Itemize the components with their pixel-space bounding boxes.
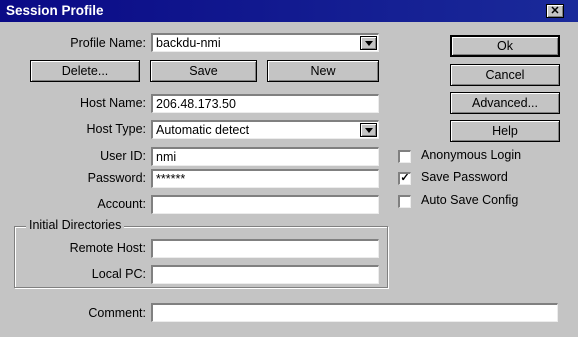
ok-button[interactable]: Ok — [450, 35, 560, 57]
initial-directories-title: Initial Directories — [26, 218, 125, 232]
delete-button[interactable]: Delete... — [30, 60, 140, 82]
host-name-input[interactable]: 206.48.173.50 — [151, 94, 379, 113]
comment-input[interactable] — [151, 303, 558, 322]
title-bar: Session Profile — [0, 0, 578, 22]
check-mark-icon: ✓ — [400, 172, 410, 184]
user-id-input[interactable]: nmi — [151, 147, 379, 166]
remote-host-input[interactable] — [151, 239, 379, 258]
window-title: Session Profile — [6, 3, 104, 18]
password-input[interactable]: ****** — [151, 169, 379, 188]
help-button[interactable]: Help — [450, 120, 560, 142]
user-id-label: User ID: — [100, 149, 146, 163]
local-pc-label: Local PC: — [91, 267, 146, 281]
profile-name-value: backdu-nmi — [156, 36, 221, 50]
chevron-down-icon[interactable] — [360, 36, 377, 50]
host-type-value: Automatic detect — [156, 123, 250, 137]
cancel-button[interactable]: Cancel — [450, 64, 560, 86]
chevron-down-icon[interactable] — [360, 123, 377, 137]
save-button[interactable]: Save — [150, 60, 257, 82]
profile-name-label: Profile Name: — [70, 36, 146, 50]
auto-save-config-label: Auto Save Config — [421, 193, 519, 207]
local-pc-input[interactable] — [151, 265, 379, 284]
password-label: Password: — [87, 171, 146, 185]
host-name-label: Host Name: — [80, 96, 146, 110]
close-icon: ✕ — [550, 5, 560, 17]
account-input[interactable] — [151, 195, 379, 214]
session-profile-dialog: Session Profile ✕ Profile Name: backdu-n… — [0, 0, 578, 337]
host-type-combo[interactable]: Automatic detect — [151, 120, 379, 139]
remote-host-label: Remote Host: — [69, 241, 146, 255]
close-button[interactable]: ✕ — [546, 4, 564, 18]
host-type-label: Host Type: — [86, 122, 146, 136]
profile-name-combo[interactable]: backdu-nmi — [151, 33, 379, 52]
save-password-checkbox[interactable]: ✓ — [398, 172, 411, 185]
anonymous-login-label: Anonymous Login — [421, 148, 522, 162]
advanced-button[interactable]: Advanced... — [450, 92, 560, 114]
auto-save-config-checkbox[interactable] — [398, 195, 411, 208]
anonymous-login-checkbox[interactable] — [398, 150, 411, 163]
account-label: Account: — [97, 197, 146, 211]
comment-label: Comment: — [88, 306, 146, 320]
save-password-label: Save Password — [421, 170, 508, 184]
new-button[interactable]: New — [267, 60, 379, 82]
